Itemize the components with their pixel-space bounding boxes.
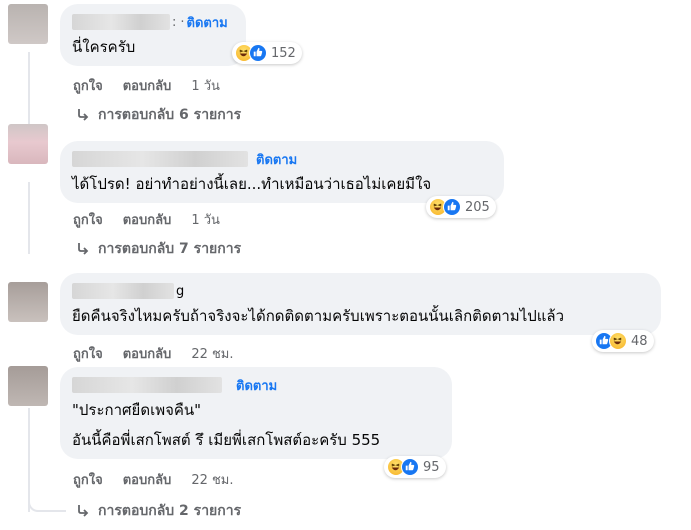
reaction-count: 95: [423, 459, 440, 475]
view-replies-label: การตอบกลับ 7 รายการ: [98, 241, 242, 257]
name-suffix: :: [172, 14, 177, 30]
comment-timestamp[interactable]: 1 วัน: [191, 209, 220, 230]
view-replies-link[interactable]: การตอบกลับ 7 รายการ: [76, 238, 241, 260]
view-replies-label: การตอบกลับ 2 รายการ: [98, 503, 242, 519]
like-reaction-icon: [401, 458, 419, 476]
comment-timestamp[interactable]: 22 ชม.: [191, 469, 233, 490]
author-name-redacted[interactable]: [72, 151, 248, 167]
comment-actions: ถูกใจ ตอบกลับ 22 ชม.: [73, 469, 234, 490]
like-button[interactable]: ถูกใจ: [73, 343, 103, 364]
follow-button[interactable]: ติดตาม: [256, 149, 297, 170]
reaction-count: 152: [271, 45, 296, 61]
avatar[interactable]: [8, 4, 48, 44]
comment-actions: ถูกใจ ตอบกลับ 22 ชม.: [73, 343, 234, 364]
comment-author-row: ติดตาม: [72, 149, 492, 169]
like-button[interactable]: ถูกใจ: [73, 75, 103, 96]
like-reaction-icon: [249, 44, 267, 62]
thread-line: [28, 52, 30, 124]
author-name-redacted[interactable]: [72, 283, 174, 299]
reply-button[interactable]: ตอบกลับ: [123, 343, 172, 364]
dot-separator: ·: [180, 14, 185, 30]
comment-timestamp[interactable]: 22 ชม.: [191, 343, 233, 364]
follow-button[interactable]: ติดตาม: [187, 12, 228, 33]
comment-author-row: ติดตาม: [72, 375, 440, 395]
comment-bubble: ติดตาม "ประกาศยืดเพจคืน" อันนี้คือพี่เสก…: [60, 367, 452, 459]
comment-bubble: ติดตาม ได้โปรด! อย่าทำอย่างนี้เลย...ทำเห…: [60, 141, 504, 203]
haha-reaction-icon: [609, 332, 627, 350]
comment-text-line: "ประกาศยืดเพจคืน": [72, 401, 202, 419]
like-button[interactable]: ถูกใจ: [73, 469, 103, 490]
follow-button[interactable]: ติดตาม: [236, 375, 277, 396]
comment-text: ได้โปรด! อย่าทำอย่างนี้เลย...ทำเหมือนว่า…: [72, 175, 432, 193]
view-replies-link[interactable]: การตอบกลับ 6 รายการ: [76, 104, 241, 126]
avatar[interactable]: [8, 366, 48, 406]
thread-elbow: [28, 488, 66, 512]
reaction-count: 205: [465, 199, 490, 215]
comment-author-row: : · ติดตาม: [72, 12, 234, 32]
comment-bubble: : · ติดตาม นี่ใครครับ: [60, 4, 246, 66]
reaction-summary[interactable]: 205: [426, 196, 496, 218]
reply-arrow-icon: [78, 243, 89, 255]
like-button[interactable]: ถูกใจ: [73, 209, 103, 230]
reaction-summary[interactable]: 95: [384, 456, 446, 478]
view-replies-label: การตอบกลับ 6 รายการ: [98, 107, 242, 123]
comment-actions: ถูกใจ ตอบกลับ 1 วัน: [73, 75, 220, 96]
comment-bubble: g ยืดคืนจริงไหมครับถ้าจริงจะได้กดติดตามค…: [60, 273, 661, 335]
comment-text: นี่ใครครับ: [72, 38, 136, 56]
reply-arrow-icon: [78, 109, 89, 121]
reply-button[interactable]: ตอบกลับ: [123, 75, 172, 96]
reaction-summary[interactable]: 152: [232, 42, 302, 64]
comment-actions: ถูกใจ ตอบกลับ 1 วัน: [73, 209, 220, 230]
name-suffix: g: [176, 283, 185, 299]
avatar[interactable]: [8, 282, 48, 322]
reaction-summary[interactable]: 48: [592, 330, 654, 352]
comment-timestamp[interactable]: 1 วัน: [191, 75, 220, 96]
reaction-count: 48: [631, 333, 648, 349]
comment-author-row: g: [72, 281, 649, 301]
reply-arrow-icon: [78, 505, 89, 517]
thread-line: [28, 182, 30, 254]
comment-text-line: อันนี้คือพี่เสกโพสต์ รึ เมียพี่เสกโพสต์อ…: [72, 431, 381, 449]
view-replies-link[interactable]: การตอบกลับ 2 รายการ: [76, 500, 241, 522]
author-name-redacted[interactable]: [72, 377, 222, 393]
comment-text: ยืดคืนจริงไหมครับถ้าจริงจะได้กดติดตามครั…: [72, 307, 565, 325]
avatar[interactable]: [8, 124, 48, 164]
author-name-redacted[interactable]: [72, 14, 170, 30]
reply-button[interactable]: ตอบกลับ: [123, 209, 172, 230]
like-reaction-icon: [443, 198, 461, 216]
reply-button[interactable]: ตอบกลับ: [123, 469, 172, 490]
